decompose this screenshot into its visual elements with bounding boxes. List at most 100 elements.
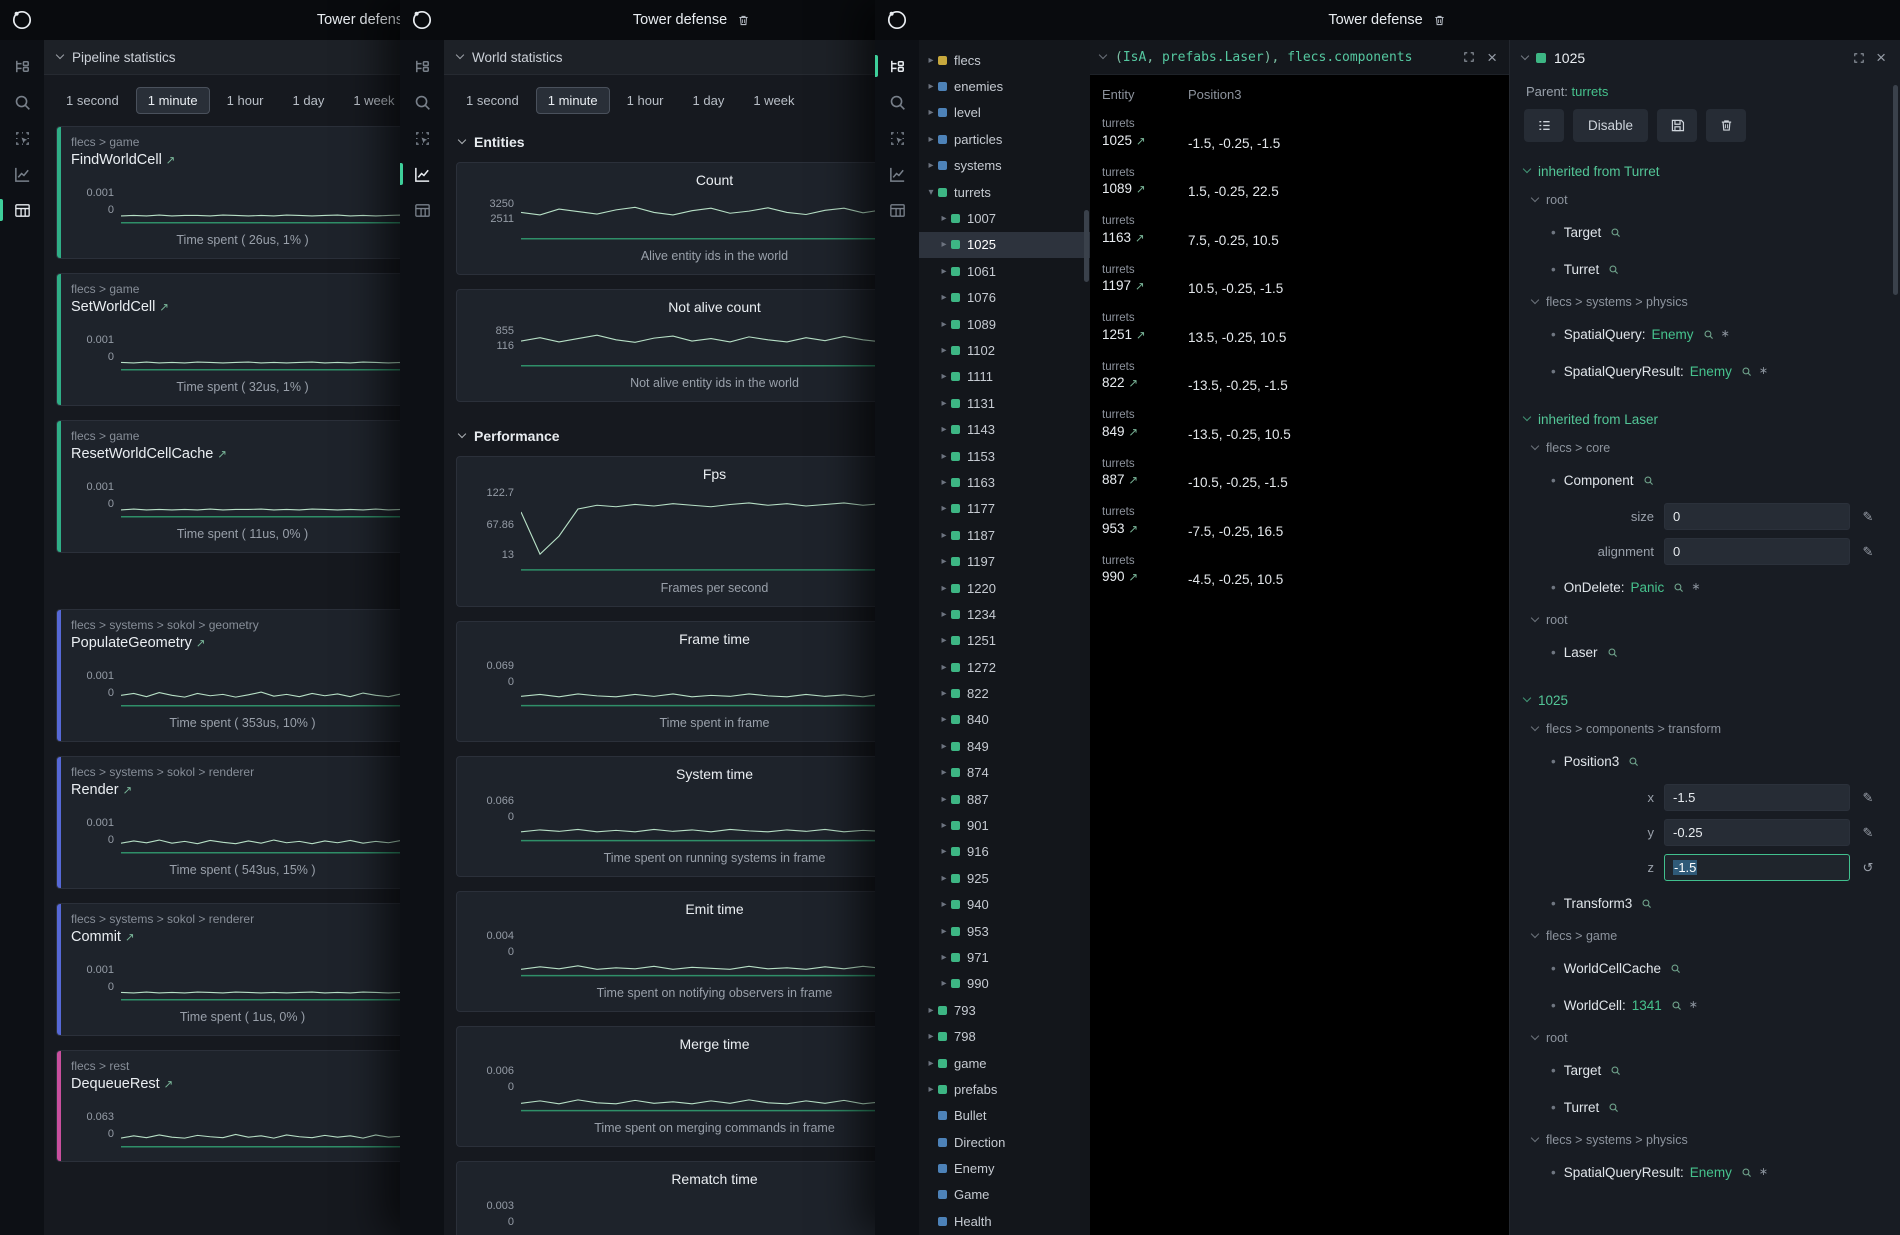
tree-item-1131[interactable]: ▸1131 [919, 390, 1090, 416]
tree-item-enemies[interactable]: ▸enemies [919, 73, 1090, 99]
component-list-button[interactable] [1524, 109, 1564, 142]
tree-item-798[interactable]: ▸798 [919, 1023, 1090, 1049]
expander-closed-icon[interactable]: ▸ [925, 1058, 937, 1069]
component-value[interactable]: Enemy [1652, 327, 1694, 342]
entity-id-link[interactable]: 953↗ [1102, 520, 1188, 539]
expander-closed-icon[interactable]: ▸ [938, 662, 950, 673]
table-icon[interactable] [875, 192, 919, 228]
delete-button[interactable] [1706, 109, 1746, 142]
expander-closed-icon[interactable]: ▸ [938, 451, 950, 462]
save-button[interactable] [1657, 109, 1697, 142]
entity-id-link[interactable]: 849↗ [1102, 423, 1188, 442]
undo-icon[interactable]: ↺ [1860, 860, 1876, 876]
expander-closed-icon[interactable]: ▸ [938, 477, 950, 488]
tree-item-916[interactable]: ▸916 [919, 839, 1090, 865]
entity-id-link[interactable]: 1025↗ [1102, 132, 1188, 151]
field-input-y[interactable]: -0.25 [1664, 819, 1850, 846]
time-range-tab-1-minute[interactable]: 1 minute [536, 87, 610, 114]
chevron-down-icon[interactable] [1521, 51, 1529, 59]
inspector-group-header[interactable]: flecs > systems > physics [1524, 288, 1886, 316]
entity-id-link[interactable]: 1163↗ [1102, 229, 1188, 248]
tree-item-901[interactable]: ▸901 [919, 812, 1090, 838]
tree-item-840[interactable]: ▸840 [919, 707, 1090, 733]
expander-closed-icon[interactable]: ▸ [938, 424, 950, 435]
expander-closed-icon[interactable]: ▸ [925, 134, 937, 145]
entity-id-link[interactable]: 1251↗ [1102, 326, 1188, 345]
entity-id-link[interactable]: 1089↗ [1102, 180, 1188, 199]
expander-closed-icon[interactable]: ▸ [938, 556, 950, 567]
tree-item-1272[interactable]: ▸1272 [919, 654, 1090, 680]
search-icon[interactable] [1607, 647, 1618, 658]
field-input-x[interactable]: -1.5 [1664, 784, 1850, 811]
entity-id-link[interactable]: 1197↗ [1102, 277, 1188, 296]
field-input-z[interactable]: -1.5 [1664, 854, 1850, 881]
outliner-icon[interactable] [875, 48, 919, 84]
tree-item-1089[interactable]: ▸1089 [919, 311, 1090, 337]
scrollbar-thumb[interactable] [1084, 210, 1089, 282]
tree-item-turrets[interactable]: ▾turrets [919, 179, 1090, 205]
query-input[interactable]: (IsA, prefabs.Laser), flecs.components [1115, 50, 1453, 65]
tree-item-822[interactable]: ▸822 [919, 680, 1090, 706]
outliner-icon[interactable] [0, 48, 44, 84]
pair-icon[interactable]: ∗ [1691, 580, 1700, 593]
search-icon[interactable] [1608, 1102, 1619, 1113]
tree-item-prefabs[interactable]: ▸prefabs [919, 1076, 1090, 1102]
expander-closed-icon[interactable]: ▸ [938, 714, 950, 725]
expander-closed-icon[interactable]: ▸ [925, 160, 937, 171]
entity-cell[interactable]: turrets1025↗ [1102, 117, 1188, 156]
tree-item-particles[interactable]: ▸particles [919, 126, 1090, 152]
trash-icon[interactable] [736, 13, 751, 28]
time-range-tab-1-day[interactable]: 1 day [281, 87, 337, 114]
search-icon[interactable] [1670, 963, 1681, 974]
entity-cell[interactable]: turrets1251↗ [1102, 311, 1188, 350]
tree-item-Direction[interactable]: Direction [919, 1129, 1090, 1155]
system-name-link[interactable]: DequeueRest↗ [71, 1076, 414, 1092]
search-icon[interactable] [1673, 582, 1684, 593]
expander-closed-icon[interactable]: ▸ [925, 1005, 937, 1016]
time-range-tab-1-hour[interactable]: 1 hour [215, 87, 276, 114]
chart-icon[interactable] [0, 156, 44, 192]
time-range-tab-1-minute[interactable]: 1 minute [136, 87, 210, 114]
pair-icon[interactable]: ∗ [1721, 327, 1730, 340]
inspector-group-header[interactable]: root [1524, 606, 1886, 634]
search-icon[interactable] [1610, 1065, 1621, 1076]
entity-id-link[interactable]: 887↗ [1102, 471, 1188, 490]
inspector-section-header[interactable]: inherited from Laser [1524, 404, 1886, 434]
expander-closed-icon[interactable]: ▸ [925, 107, 937, 118]
disable-button[interactable]: Disable [1573, 109, 1648, 142]
expander-closed-icon[interactable]: ▸ [925, 1031, 937, 1042]
field-input-size[interactable]: 0 [1664, 503, 1850, 530]
system-name-link[interactable]: FindWorldCell↗ [71, 152, 414, 168]
edit-icon[interactable]: ✎ [1860, 544, 1876, 560]
tree-item-Health[interactable]: Health [919, 1208, 1090, 1234]
system-name-link[interactable]: Render↗ [71, 782, 414, 798]
entity-cell[interactable]: turrets822↗ [1102, 360, 1188, 399]
tree-item-940[interactable]: ▸940 [919, 892, 1090, 918]
system-name-link[interactable]: Commit↗ [71, 929, 414, 945]
tree-item-849[interactable]: ▸849 [919, 733, 1090, 759]
parent-link[interactable]: turrets [1572, 84, 1609, 99]
pair-icon[interactable]: ∗ [1759, 364, 1768, 377]
expander-closed-icon[interactable]: ▸ [938, 873, 950, 884]
box-select-icon[interactable] [400, 120, 444, 156]
expander-closed-icon[interactable]: ▸ [938, 794, 950, 805]
tree-item-1061[interactable]: ▸1061 [919, 258, 1090, 284]
tree-item-1177[interactable]: ▸1177 [919, 496, 1090, 522]
expander-closed-icon[interactable]: ▸ [938, 530, 950, 541]
inspector-group-header[interactable]: flecs > game [1524, 922, 1886, 950]
expand-icon[interactable] [1852, 51, 1866, 65]
chart-icon[interactable] [400, 156, 444, 192]
time-range-tab-1-week[interactable]: 1 week [741, 87, 806, 114]
field-input-alignment[interactable]: 0 [1664, 538, 1850, 565]
tree-item-Game[interactable]: Game [919, 1182, 1090, 1208]
entity-cell[interactable]: turrets953↗ [1102, 505, 1188, 544]
expander-closed-icon[interactable]: ▸ [938, 635, 950, 646]
chart-icon[interactable] [875, 156, 919, 192]
tree-item-1025[interactable]: ▸1025 [919, 232, 1090, 258]
expander-closed-icon[interactable]: ▸ [938, 846, 950, 857]
expander-closed-icon[interactable]: ▸ [938, 371, 950, 382]
tree-item-Enemy[interactable]: Enemy [919, 1155, 1090, 1181]
time-range-tab-1-week[interactable]: 1 week [341, 87, 406, 114]
tree-item-1163[interactable]: ▸1163 [919, 469, 1090, 495]
expander-closed-icon[interactable]: ▸ [938, 345, 950, 356]
